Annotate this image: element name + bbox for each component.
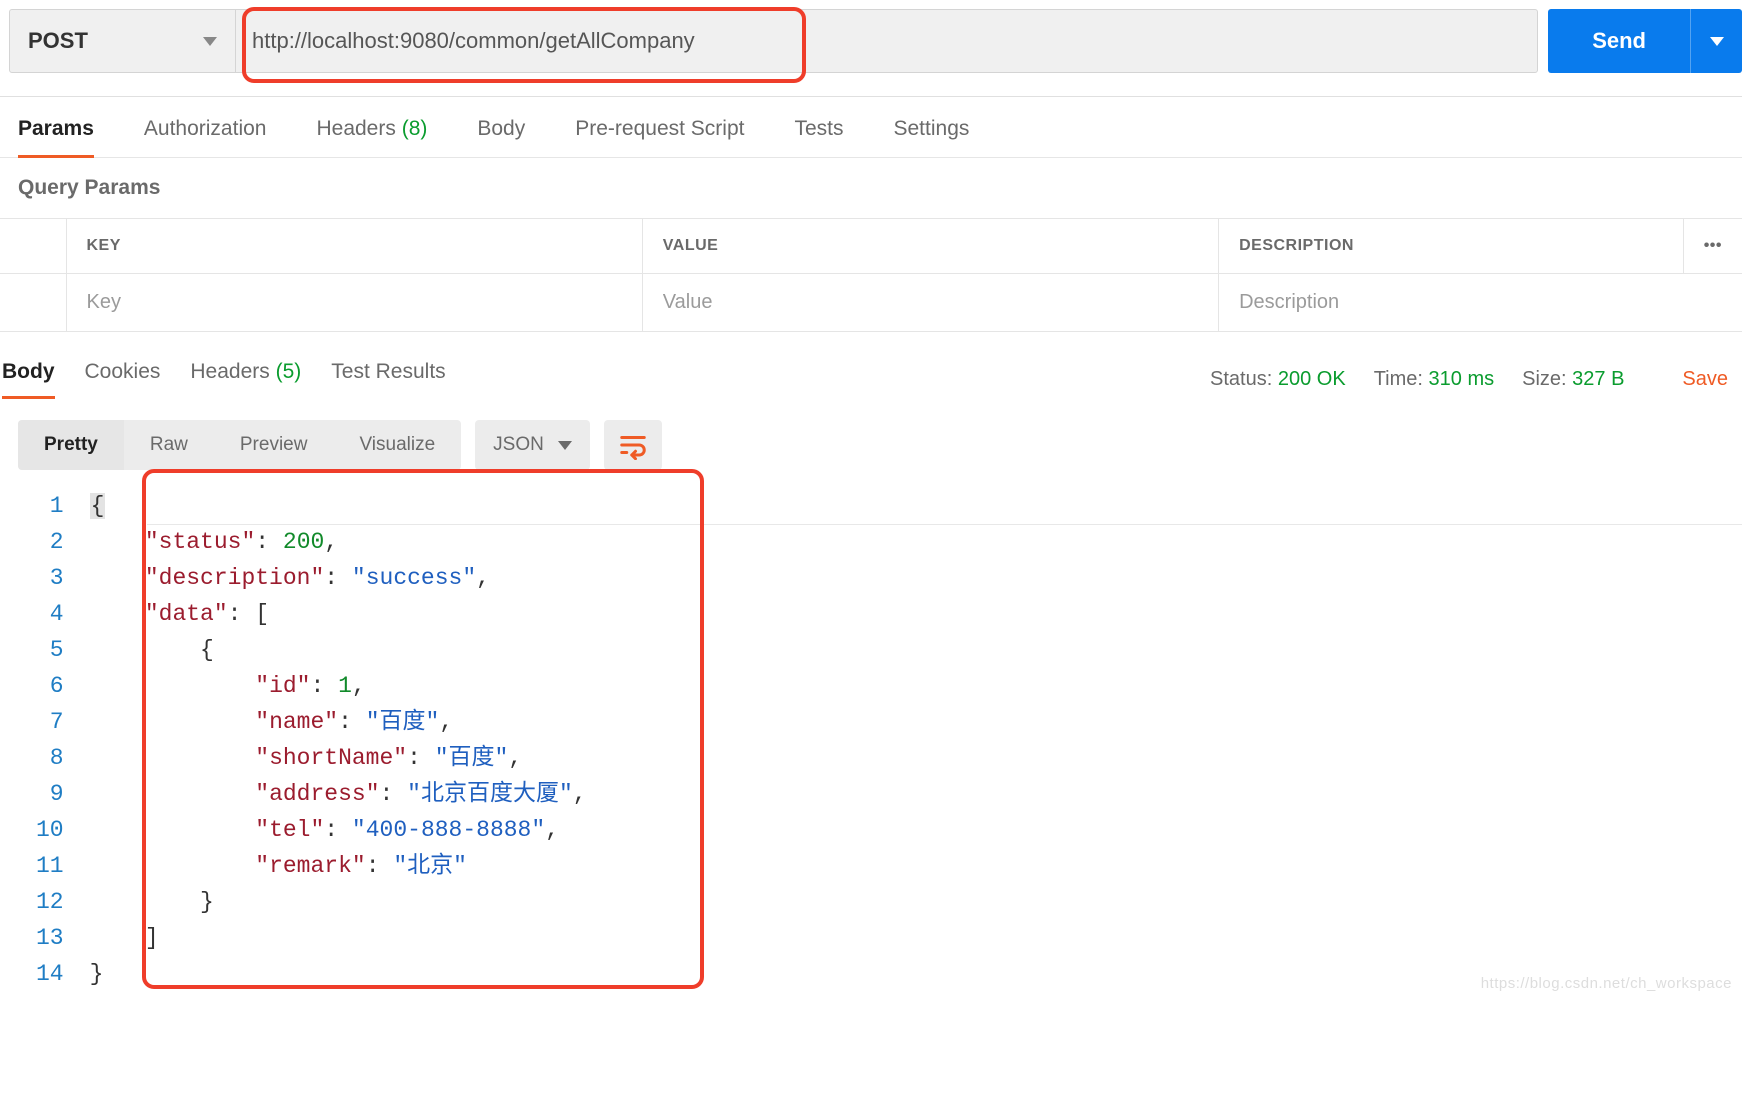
save-response-link[interactable]: Save xyxy=(1682,368,1730,391)
status-group: Status: 200 OK xyxy=(1210,368,1346,391)
editor-rule xyxy=(147,524,1742,525)
format-select[interactable]: JSON xyxy=(475,420,590,470)
request-url-input[interactable] xyxy=(246,10,1527,72)
line-numbers: 1 2 3 4 5 6 7 8 9 10 11 12 13 14 xyxy=(0,488,82,992)
chevron-down-icon xyxy=(558,441,572,450)
col-key: KEY xyxy=(66,219,642,274)
tab-label: Body xyxy=(477,117,525,140)
url-input-wrap xyxy=(236,10,1537,72)
http-method-label: POST xyxy=(28,28,88,54)
request-bar: POST Send xyxy=(0,0,1742,82)
time-group: Time: 310 ms xyxy=(1374,368,1494,391)
query-params-title: Query Params xyxy=(0,158,1742,218)
description-input[interactable] xyxy=(1219,274,1742,331)
response-tabs: Body Cookies Headers (5) Test Results xyxy=(2,360,446,398)
tab-label: Body xyxy=(2,360,55,383)
tab-headers[interactable]: Headers (8) xyxy=(316,117,427,157)
chevron-down-icon xyxy=(1710,37,1724,46)
format-label: JSON xyxy=(493,434,544,456)
chevron-down-icon xyxy=(203,37,217,46)
table-row xyxy=(0,274,1742,332)
tab-authorization[interactable]: Authorization xyxy=(144,117,267,157)
tab-label: Params xyxy=(18,117,94,140)
view-mode-visualize[interactable]: Visualize xyxy=(333,420,461,470)
headers-count: (8) xyxy=(402,117,428,140)
wrap-lines-button[interactable] xyxy=(604,420,662,470)
send-button-group: Send xyxy=(1548,9,1742,73)
send-more-button[interactable] xyxy=(1690,9,1742,73)
view-controls: Pretty Raw Preview Visualize JSON xyxy=(0,398,1742,484)
view-mode-raw[interactable]: Raw xyxy=(124,420,214,470)
request-tabs-border: Params Authorization Headers (8) Body Pr… xyxy=(0,97,1742,158)
http-method-select[interactable]: POST xyxy=(10,10,236,72)
time-value: 310 ms xyxy=(1429,368,1495,390)
send-button[interactable]: Send xyxy=(1548,9,1690,73)
tab-pre-request[interactable]: Pre-request Script xyxy=(575,117,744,157)
bulk-edit-toggle[interactable]: ••• xyxy=(1683,219,1742,274)
method-url-group: POST xyxy=(9,9,1538,73)
view-mode-preview[interactable]: Preview xyxy=(214,420,334,470)
response-bar: Body Cookies Headers (5) Test Results St… xyxy=(0,332,1742,398)
tab-label: Headers xyxy=(190,360,269,383)
tab-label: Pre-request Script xyxy=(575,117,744,140)
view-mode-segment: Pretty Raw Preview Visualize xyxy=(18,420,461,470)
size-value: 327 B xyxy=(1572,368,1624,390)
request-tabs: Params Authorization Headers (8) Body Pr… xyxy=(0,97,1742,157)
tab-body[interactable]: Body xyxy=(477,117,525,157)
col-value: VALUE xyxy=(642,219,1218,274)
table-header-row: KEY VALUE DESCRIPTION ••• xyxy=(0,219,1742,274)
checkbox-col xyxy=(0,219,66,274)
tab-label: Settings xyxy=(894,117,970,140)
key-input[interactable] xyxy=(67,274,642,331)
headers-count: (5) xyxy=(276,360,302,383)
status-label: Status: xyxy=(1210,368,1272,390)
tab-params[interactable]: Params xyxy=(18,117,94,157)
col-description: DESCRIPTION xyxy=(1219,219,1684,274)
code-content: { "status": 200, "description": "success… xyxy=(82,488,587,992)
tab-label: Test Results xyxy=(331,360,445,383)
checkbox-cell[interactable] xyxy=(0,274,66,332)
value-input[interactable] xyxy=(643,274,1218,331)
resp-tab-headers[interactable]: Headers (5) xyxy=(190,360,301,398)
wrap-icon xyxy=(618,430,648,460)
tab-label: Headers xyxy=(316,117,395,140)
tab-label: Tests xyxy=(794,117,843,140)
code-area[interactable]: 1 2 3 4 5 6 7 8 9 10 11 12 13 14 { "stat… xyxy=(0,484,1742,992)
response-meta: Status: 200 OK Time: 310 ms Size: 327 B … xyxy=(1210,368,1742,391)
query-params-table: KEY VALUE DESCRIPTION ••• xyxy=(0,218,1742,332)
time-label: Time: xyxy=(1374,368,1423,390)
resp-tab-cookies[interactable]: Cookies xyxy=(85,360,161,398)
watermark: https://blog.csdn.net/ch_workspace xyxy=(1481,975,1732,992)
size-group: Size: 327 B xyxy=(1522,368,1624,391)
tab-settings[interactable]: Settings xyxy=(894,117,970,157)
tab-label: Cookies xyxy=(85,360,161,383)
resp-tab-test-results[interactable]: Test Results xyxy=(331,360,445,398)
response-body-viewer: 1 2 3 4 5 6 7 8 9 10 11 12 13 14 { "stat… xyxy=(0,484,1742,992)
resp-tab-body[interactable]: Body xyxy=(2,360,55,398)
tab-label: Authorization xyxy=(144,117,267,140)
status-value: 200 OK xyxy=(1278,368,1346,390)
view-mode-pretty[interactable]: Pretty xyxy=(18,420,124,470)
size-label: Size: xyxy=(1522,368,1566,390)
tab-tests[interactable]: Tests xyxy=(794,117,843,157)
